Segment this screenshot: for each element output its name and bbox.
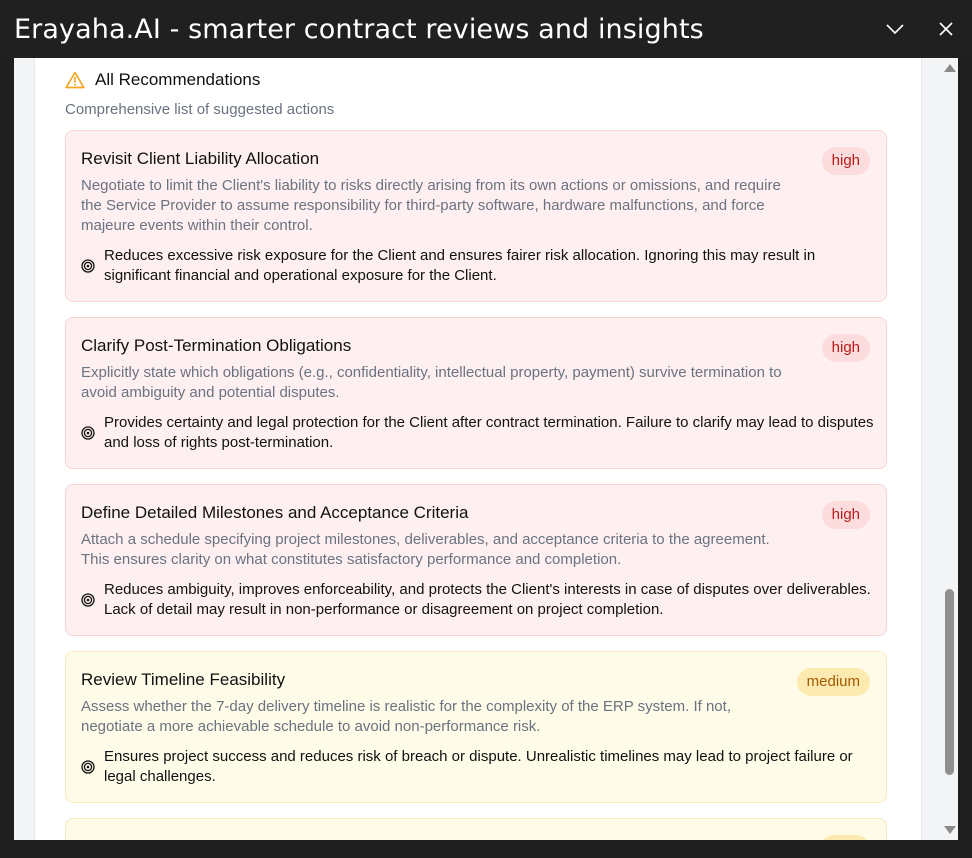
priority-badge: high (821, 501, 870, 529)
scrollbar-thumb[interactable] (945, 589, 954, 775)
recommendation-title: Review Timeline Feasibility (81, 670, 286, 689)
vertical-scrollbar[interactable] (942, 58, 958, 840)
priority-badge: high (821, 334, 870, 362)
impact-text: Reduces excessive risk exposure for the … (104, 247, 816, 284)
impact-text: Provides certainty and legal protection … (104, 414, 874, 451)
recommendation-description: Explicitly state which obligations (e.g.… (81, 364, 782, 401)
target-icon (81, 593, 95, 607)
recommendation-description: Assess whether the 7-day delivery timeli… (81, 698, 731, 735)
close-button[interactable] (929, 12, 963, 46)
close-icon (939, 22, 953, 36)
recommendation-description: Attach a schedule specifying project mil… (81, 531, 770, 568)
impact-row: Ensures project success and reduces risk… (81, 747, 874, 787)
chevron-down-icon (886, 24, 904, 35)
priority-badge: high (821, 147, 870, 175)
window-title: Erayaha.AI - smarter contract reviews an… (14, 14, 704, 45)
recommendation-card: Define Detailed Milestones and Acceptanc… (65, 484, 887, 636)
priority-badge (820, 835, 870, 840)
target-icon (81, 426, 95, 440)
section-title: All Recommendations (95, 70, 261, 89)
title-bar[interactable]: Erayaha.AI - smarter contract reviews an… (0, 0, 972, 58)
scroll-up-arrow-icon[interactable] (944, 64, 956, 72)
recommendation-title: Clarify Post-Termination Obligations (81, 336, 352, 355)
recommendation-title: Define Detailed Milestones and Acceptanc… (81, 503, 469, 522)
impact-row: Reduces excessive risk exposure for the … (81, 246, 874, 286)
content-area: All Recommendations Comprehensive list o… (14, 58, 958, 840)
collapse-button[interactable] (878, 12, 912, 46)
section-header: All Recommendations (65, 70, 260, 90)
section-subtitle: Comprehensive list of suggested actions (65, 101, 335, 118)
scroll-down-arrow-icon[interactable] (944, 826, 956, 834)
target-icon (81, 760, 95, 774)
recommendation-title: Revisit Client Liability Allocation (81, 149, 320, 168)
impact-text: Reduces ambiguity, improves enforceabili… (104, 581, 871, 618)
recommendations-panel: All Recommendations Comprehensive list o… (34, 58, 922, 840)
impact-row: Reduces ambiguity, improves enforceabili… (81, 580, 874, 620)
priority-badge: medium (796, 668, 870, 696)
recommendation-card: Review Timeline Feasibility medium Asses… (65, 651, 887, 803)
recommendation-card: Clarify Post-Termination Obligations hig… (65, 317, 887, 469)
recommendation-description: Negotiate to limit the Client's liabilit… (81, 177, 781, 234)
impact-row: Provides certainty and legal protection … (81, 413, 874, 453)
recommendation-card-partial (65, 818, 887, 840)
app-window: Erayaha.AI - smarter contract reviews an… (0, 0, 972, 858)
impact-text: Ensures project success and reduces risk… (104, 748, 853, 785)
recommendation-card: Revisit Client Liability Allocation high… (65, 130, 887, 302)
target-icon (81, 259, 95, 273)
warning-icon (65, 71, 85, 89)
